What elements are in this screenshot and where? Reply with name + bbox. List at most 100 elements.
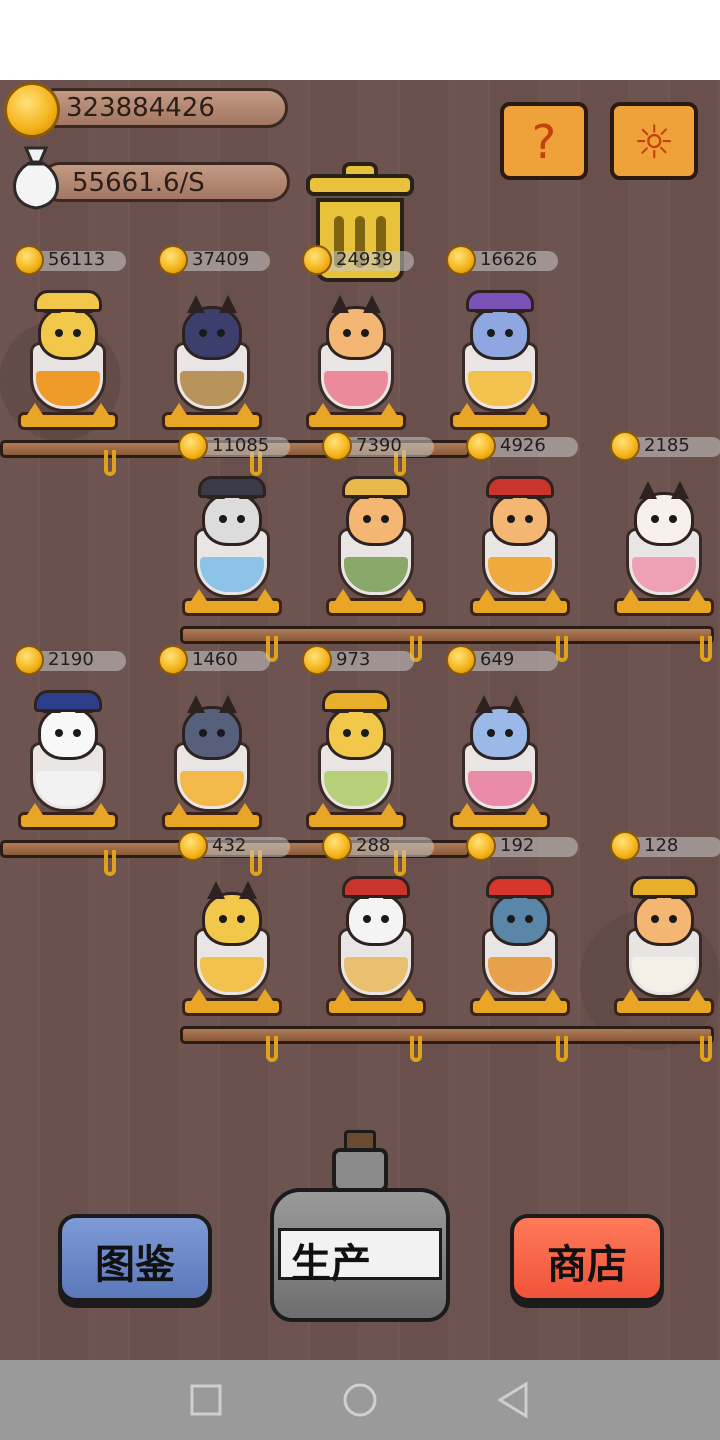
cat-hat: [342, 476, 410, 498]
cat-drink-item[interactable]: [296, 680, 416, 830]
cat-drink-item[interactable]: [172, 866, 292, 1016]
cat-stand: [18, 403, 118, 430]
cat-hat: [34, 690, 102, 712]
price-tag: 37409: [158, 245, 270, 275]
price-tag: 649: [446, 645, 558, 675]
price-value: 288: [356, 835, 391, 856]
cat-hat: [466, 290, 534, 312]
cat-head: [490, 881, 550, 946]
cat-drink-item[interactable]: [460, 866, 580, 1016]
price-value: 192: [500, 835, 535, 856]
cat-head: [634, 881, 694, 946]
cat-hat: [198, 476, 266, 498]
cat-drink-item[interactable]: [8, 280, 128, 430]
cat-drink-item[interactable]: [316, 866, 436, 1016]
price-tag: 288: [322, 831, 434, 861]
cat-stand: [162, 803, 262, 830]
coin-icon: [302, 245, 332, 275]
cat-stand: [326, 589, 426, 616]
price-value: 7390: [356, 435, 402, 456]
back-button[interactable]: [494, 1380, 534, 1420]
price-value: 56113: [48, 249, 106, 270]
cat-stand: [470, 589, 570, 616]
cat-drink-item[interactable]: [460, 466, 580, 616]
cat-head: [38, 695, 98, 760]
cat-drink-item[interactable]: [172, 466, 292, 616]
cat-stand: [306, 803, 406, 830]
produce-label: 生产: [291, 1241, 371, 1287]
produce-label-plate: 生产: [278, 1228, 442, 1287]
cat-hat: [486, 876, 554, 898]
cat-drink-item[interactable]: [604, 466, 720, 616]
coin-icon: [466, 431, 496, 461]
price-tag: 11085: [178, 431, 290, 461]
price-value: 37409: [192, 249, 250, 270]
price-tag: 7390: [322, 431, 434, 461]
square-icon: [190, 1384, 222, 1416]
cat-stand: [614, 589, 714, 616]
cat-drink-item[interactable]: [152, 280, 272, 430]
coin-icon: [446, 645, 476, 675]
cat-stand: [306, 403, 406, 430]
cat-stand: [450, 403, 550, 430]
circle-icon: [343, 1383, 377, 1417]
android-nav-bar: [0, 1360, 720, 1440]
cat-stand: [18, 803, 118, 830]
price-tag: 432: [178, 831, 290, 861]
cat-head: [490, 481, 550, 546]
price-tag: 56113: [14, 245, 126, 275]
coin-icon: [158, 245, 188, 275]
income-rate: 55661.6/S: [72, 168, 205, 198]
price-tag: 24939: [302, 245, 414, 275]
cat-stand: [614, 989, 714, 1016]
cat-stand: [182, 589, 282, 616]
coin-total: 323884426: [66, 93, 215, 123]
shelf-row-4: [180, 1026, 714, 1044]
bottle-neck: [332, 1148, 388, 1192]
bottle-body: 生产: [270, 1188, 450, 1322]
cat-drink-item[interactable]: [440, 680, 560, 830]
cat-head: [202, 881, 262, 946]
cat-stand: [182, 989, 282, 1016]
cat-hat: [34, 290, 102, 312]
cat-drink-item[interactable]: [8, 680, 128, 830]
cat-head: [38, 295, 98, 360]
question-icon: ?: [531, 115, 557, 169]
cat-head: [470, 295, 530, 360]
cat-hat: [630, 876, 698, 898]
coin-icon: [446, 245, 476, 275]
cat-head: [182, 295, 242, 360]
coin-icon: [610, 431, 640, 461]
help-button[interactable]: ?: [500, 102, 588, 180]
cat-stand: [162, 403, 262, 430]
coin-icon: [466, 831, 496, 861]
cat-drink-item[interactable]: [604, 866, 720, 1016]
price-tag: 1460: [158, 645, 270, 675]
price-tag: 973: [302, 645, 414, 675]
home-button[interactable]: [340, 1380, 380, 1420]
price-tag: 128: [610, 831, 720, 861]
gear-icon: ☼: [633, 115, 675, 169]
cat-stand: [470, 989, 570, 1016]
cat-head: [182, 695, 242, 760]
cat-hat: [486, 476, 554, 498]
cat-drink-item[interactable]: [316, 466, 436, 616]
cat-head: [326, 695, 386, 760]
price-value: 16626: [480, 249, 538, 270]
recent-apps-button[interactable]: [188, 1380, 228, 1420]
coin-icon: [178, 831, 208, 861]
coin-icon: [178, 431, 208, 461]
coin-icon: [322, 431, 352, 461]
cat-drink-item[interactable]: [296, 280, 416, 430]
price-tag: 2190: [14, 645, 126, 675]
price-value: 24939: [336, 249, 394, 270]
cat-drink-item[interactable]: [152, 680, 272, 830]
produce-button[interactable]: 生产: [270, 1130, 450, 1324]
settings-button[interactable]: ☼: [610, 102, 698, 180]
price-value: 4926: [500, 435, 546, 456]
cat-drink-item[interactable]: [440, 280, 560, 430]
shop-button[interactable]: 商店: [510, 1214, 664, 1302]
coin-icon: [14, 645, 44, 675]
collection-button[interactable]: 图鉴: [58, 1214, 212, 1302]
price-tag: 4926: [466, 431, 578, 461]
